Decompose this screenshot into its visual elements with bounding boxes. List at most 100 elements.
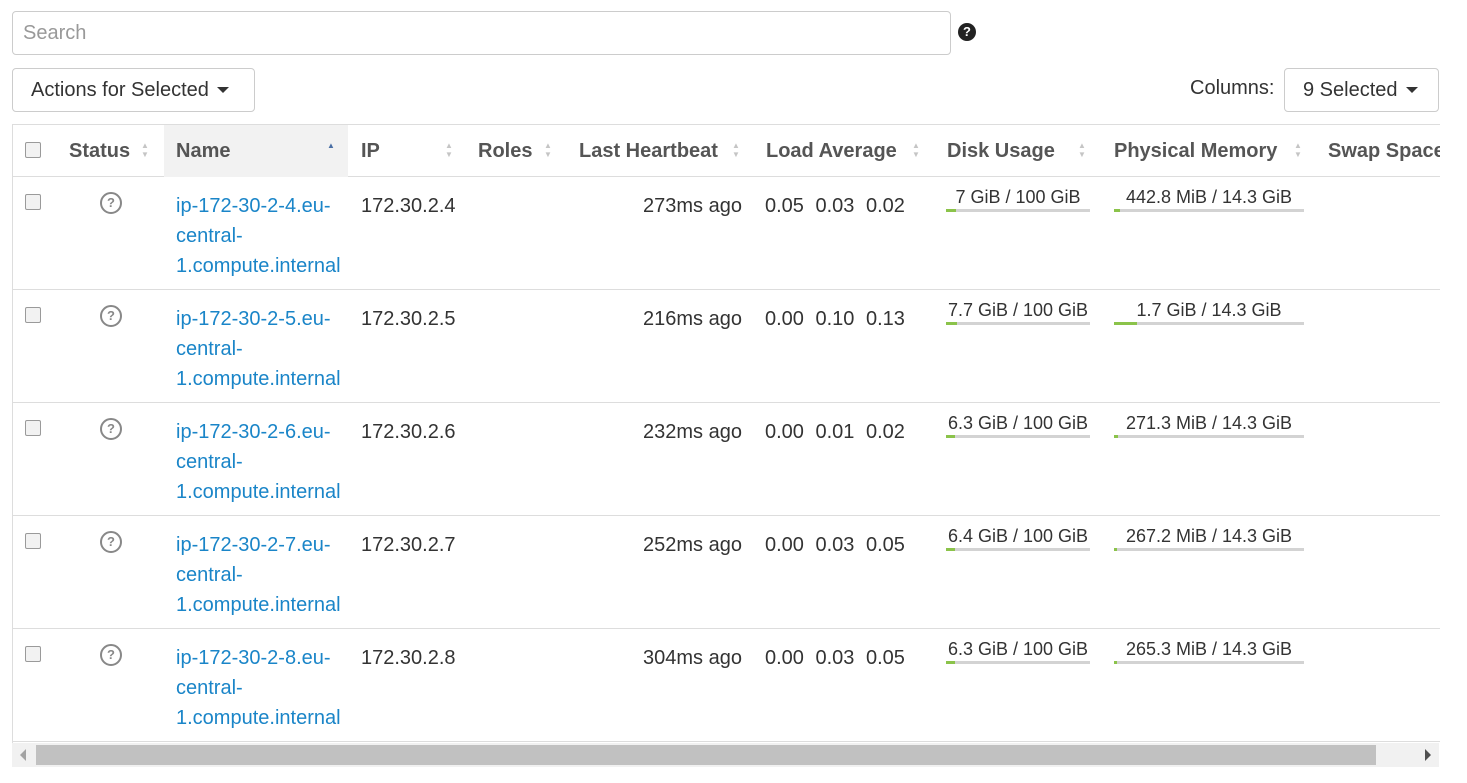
host-name-part: central- (176, 225, 243, 247)
physical-memory: 442.8 MiB / 14.3 GiB (1114, 186, 1304, 212)
host-name-link[interactable]: ip-172-30-2-8.eu- central- 1.compute.int… (176, 643, 341, 733)
column-header-label: Swap Space (1328, 140, 1440, 162)
host-name-part: 1.compute.internal (176, 255, 341, 277)
disk-usage-bar (946, 322, 1090, 325)
physical-memory-fill (1114, 435, 1118, 438)
columns-button-label: 9 Selected (1303, 78, 1398, 101)
disk-usage-fill (946, 661, 956, 664)
host-ip: 172.30.2.4 (361, 195, 456, 217)
column-header-label: Load Average (766, 140, 897, 162)
physical-memory: 271.3 MiB / 14.3 GiB (1114, 412, 1304, 438)
question-circle-icon: ? (100, 192, 122, 214)
disk-usage: 7 GiB / 100 GiB (946, 186, 1090, 212)
scroll-left-arrow-icon[interactable] (20, 749, 26, 761)
physical-memory-bar (1114, 435, 1304, 438)
disk-usage-bar (946, 435, 1090, 438)
question-circle-icon: ? (100, 644, 122, 666)
column-header-swap-space[interactable]: Swap Space (1316, 125, 1440, 177)
column-header-status[interactable]: Status ▲ ▼ (57, 125, 163, 177)
host-name-link[interactable]: ip-172-30-2-7.eu- central- 1.compute.int… (176, 530, 341, 620)
host-name-part: 1.compute.internal (176, 368, 341, 390)
host-ip: 172.30.2.7 (361, 534, 456, 556)
host-name-part: 1.compute.internal (176, 594, 341, 616)
load-average: 0.00 0.10 0.13 (765, 308, 905, 330)
caret-down-icon (1405, 87, 1418, 93)
horizontal-scrollbar[interactable] (12, 743, 1439, 767)
disk-usage: 6.3 GiB / 100 GiB (946, 638, 1090, 664)
question-circle-icon: ? (100, 305, 122, 327)
host-name-part: ip-172-30-2-8.eu- (176, 647, 331, 669)
search-input[interactable] (12, 11, 951, 55)
row-checkbox[interactable] (25, 420, 41, 436)
host-name-part: central- (176, 564, 243, 586)
column-header-label: IP (361, 140, 380, 162)
physical-memory-fill (1114, 661, 1118, 664)
actions-for-selected-button[interactable]: Actions for Selected (12, 68, 255, 112)
table-header: Status ▲▼ Name ▲▼ IP ▲▼ Roles ▲▼ Last He… (13, 124, 1440, 177)
column-header-last-heartbeat[interactable]: Last Heartbeat ▲ ▼ (567, 125, 752, 177)
column-header-disk-usage[interactable]: Disk Usage ▲ ▼ (935, 125, 1091, 177)
disk-usage: 7.7 GiB / 100 GiB (946, 299, 1090, 325)
load-average: 0.00 0.03 0.05 (765, 647, 905, 669)
row-checkbox[interactable] (25, 533, 41, 549)
physical-memory-fill (1114, 548, 1118, 551)
select-all-checkbox[interactable] (25, 142, 41, 158)
column-header-load-average[interactable]: Load Average ▲ ▼ (754, 125, 924, 177)
disk-usage-fill (946, 548, 956, 551)
scrollbar-thumb[interactable] (36, 745, 1376, 765)
table-row: ? ip-172-30-2-8.eu- central- 1.compute.i… (13, 629, 1440, 742)
physical-memory-bar (1114, 661, 1304, 664)
disk-usage-fill (946, 435, 956, 438)
last-heartbeat: 232ms ago (643, 421, 742, 443)
disk-usage-fill (946, 322, 958, 325)
columns-label: Columns: (1190, 77, 1275, 99)
host-name-part: ip-172-30-2-4.eu- (176, 195, 331, 217)
host-name-part: 1.compute.internal (176, 707, 341, 729)
physical-memory-bar (1114, 548, 1304, 551)
physical-memory-fill (1114, 209, 1120, 212)
row-checkbox[interactable] (25, 194, 41, 210)
column-header-physical-memory[interactable]: Physical Memory ▲ ▼ (1102, 125, 1307, 177)
column-header-label: Disk Usage (947, 140, 1055, 162)
physical-memory: 1.7 GiB / 14.3 GiB (1114, 299, 1304, 325)
question-circle-icon[interactable]: ? (958, 23, 976, 41)
host-name-part: central- (176, 338, 243, 360)
column-header-roles[interactable]: Roles ▲ ▼ (466, 125, 566, 177)
load-average: 0.00 0.03 0.05 (765, 534, 905, 556)
sort-icon: ▲ ▼ (544, 141, 552, 159)
column-header-label: Roles (478, 140, 533, 162)
host-name-link[interactable]: ip-172-30-2-4.eu- central- 1.compute.int… (176, 191, 341, 281)
host-name-link[interactable]: ip-172-30-2-6.eu- central- 1.compute.int… (176, 417, 341, 507)
disk-usage-bar (946, 661, 1090, 664)
disk-usage: 6.3 GiB / 100 GiB (946, 412, 1090, 438)
table-row: ? ip-172-30-2-5.eu- central- 1.compute.i… (13, 290, 1440, 403)
host-name-part: ip-172-30-2-5.eu- (176, 308, 331, 330)
load-average: 0.05 0.03 0.02 (765, 195, 905, 217)
physical-memory-bar (1114, 322, 1304, 325)
physical-memory-text: 267.2 MiB / 14.3 GiB (1125, 526, 1293, 546)
disk-usage-fill (946, 209, 957, 212)
sort-icon: ▲ ▼ (912, 141, 920, 159)
table-row: ? ip-172-30-2-7.eu- central- 1.compute.i… (13, 516, 1440, 629)
sort-icon: ▲ ▼ (732, 141, 740, 159)
host-name-part: ip-172-30-2-6.eu- (176, 421, 331, 443)
host-ip: 172.30.2.5 (361, 308, 456, 330)
caret-down-icon (216, 87, 229, 93)
disk-usage-text: 7.7 GiB / 100 GiB (947, 300, 1089, 320)
host-name-link[interactable]: ip-172-30-2-5.eu- central- 1.compute.int… (176, 304, 341, 394)
columns-select-button[interactable]: 9 Selected (1284, 68, 1439, 112)
row-checkbox[interactable] (25, 307, 41, 323)
sort-icon: ▲ ▼ (445, 141, 453, 159)
sort-icon: ▲ ▼ (141, 141, 149, 159)
column-header-ip[interactable]: IP ▲ ▼ (349, 125, 461, 177)
question-circle-icon: ? (100, 531, 122, 553)
scroll-right-arrow-icon[interactable] (1425, 749, 1431, 761)
physical-memory-text: 442.8 MiB / 14.3 GiB (1125, 187, 1293, 207)
column-header-name[interactable]: Name ▲▼ (164, 125, 348, 177)
host-name-part: 1.compute.internal (176, 481, 341, 503)
sort-ascending-icon: ▲▼ (327, 141, 335, 150)
table-row: ? ip-172-30-2-4.eu- central- 1.compute.i… (13, 177, 1440, 290)
row-checkbox[interactable] (25, 646, 41, 662)
disk-usage: 6.4 GiB / 100 GiB (946, 525, 1090, 551)
hosts-table: Status ▲▼ Name ▲▼ IP ▲▼ Roles ▲▼ Last He… (12, 124, 1440, 743)
